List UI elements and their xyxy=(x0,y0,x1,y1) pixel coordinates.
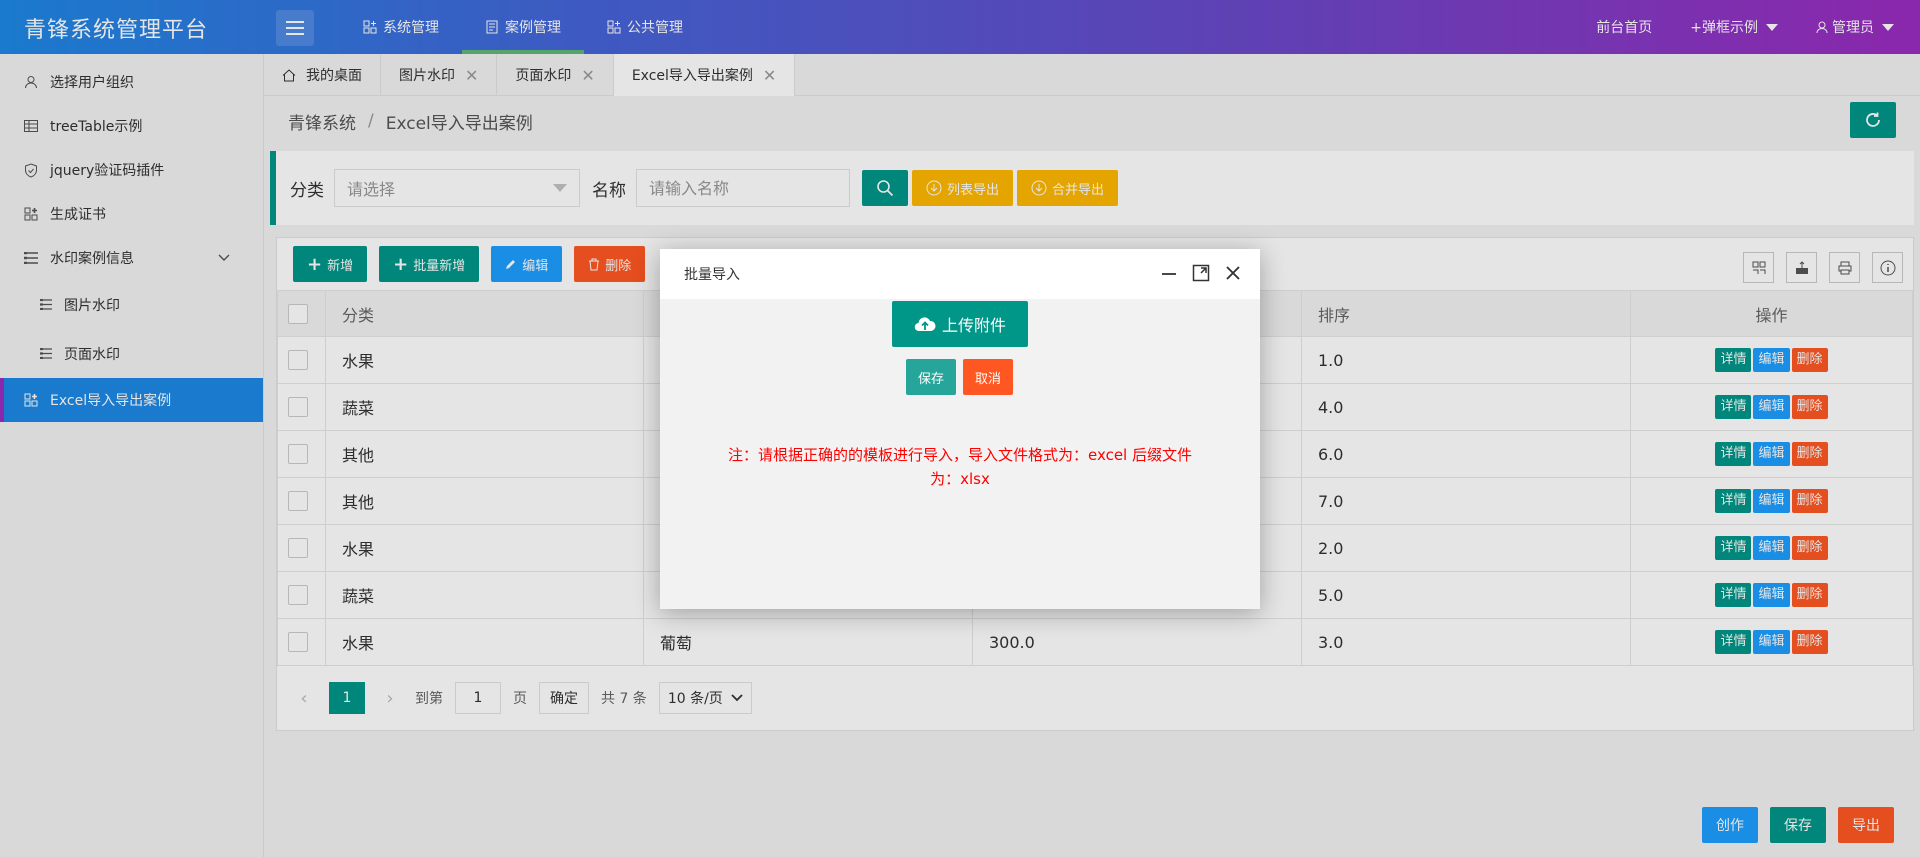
upload-attachment-button[interactable]: 上传附件 xyxy=(892,301,1028,347)
minimize-icon[interactable] xyxy=(1160,264,1178,282)
batch-import-dialog: 批量导入 上传附件 保存 取消 注：请根据正确的的模板进行导入，导入文件格式为：… xyxy=(660,249,1260,609)
close-icon[interactable] xyxy=(1224,264,1242,282)
dialog-title: 批量导入 xyxy=(684,267,740,283)
dialog-save-button[interactable]: 保存 xyxy=(906,359,957,395)
cloud-upload-icon xyxy=(914,317,936,332)
import-note: 注：请根据正确的的模板进行导入，导入文件格式为：excel 后缀文件为：xlsx xyxy=(728,446,1192,488)
dialog-header: 批量导入 xyxy=(660,249,1260,299)
upload-label: 上传附件 xyxy=(941,316,1006,335)
dialog-window-controls xyxy=(1160,264,1242,282)
dialog-cancel-button[interactable]: 取消 xyxy=(963,359,1014,395)
maximize-icon[interactable] xyxy=(1192,264,1210,282)
